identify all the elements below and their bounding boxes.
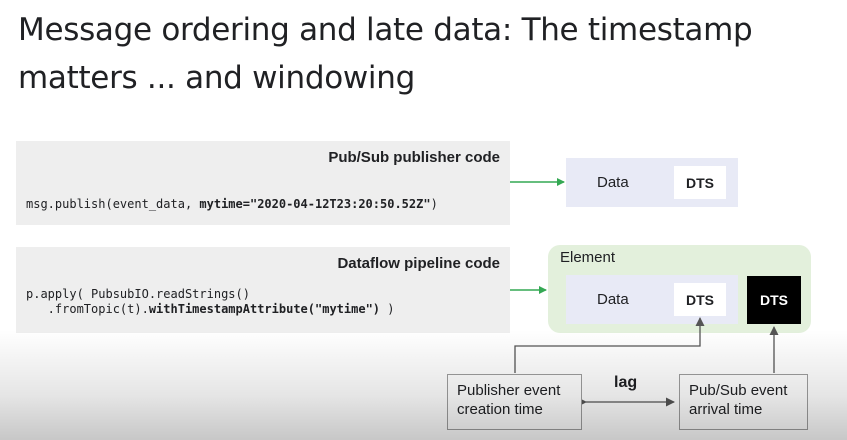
- creation-time-to-dts-connector: [514, 317, 705, 373]
- arrival-time-line-2: arrival time: [689, 401, 763, 418]
- publisher-time-line-2: creation time: [457, 401, 543, 418]
- publisher-time-line-1: Publisher event: [457, 382, 561, 399]
- pubsub-event-arrival-time-box: Pub/Sub event arrival time: [679, 374, 808, 430]
- lag-label: lag: [614, 374, 638, 391]
- publisher-event-creation-time-box: Publisher event creation time: [447, 374, 582, 430]
- arrival-time-line-1: Pub/Sub event: [689, 382, 788, 399]
